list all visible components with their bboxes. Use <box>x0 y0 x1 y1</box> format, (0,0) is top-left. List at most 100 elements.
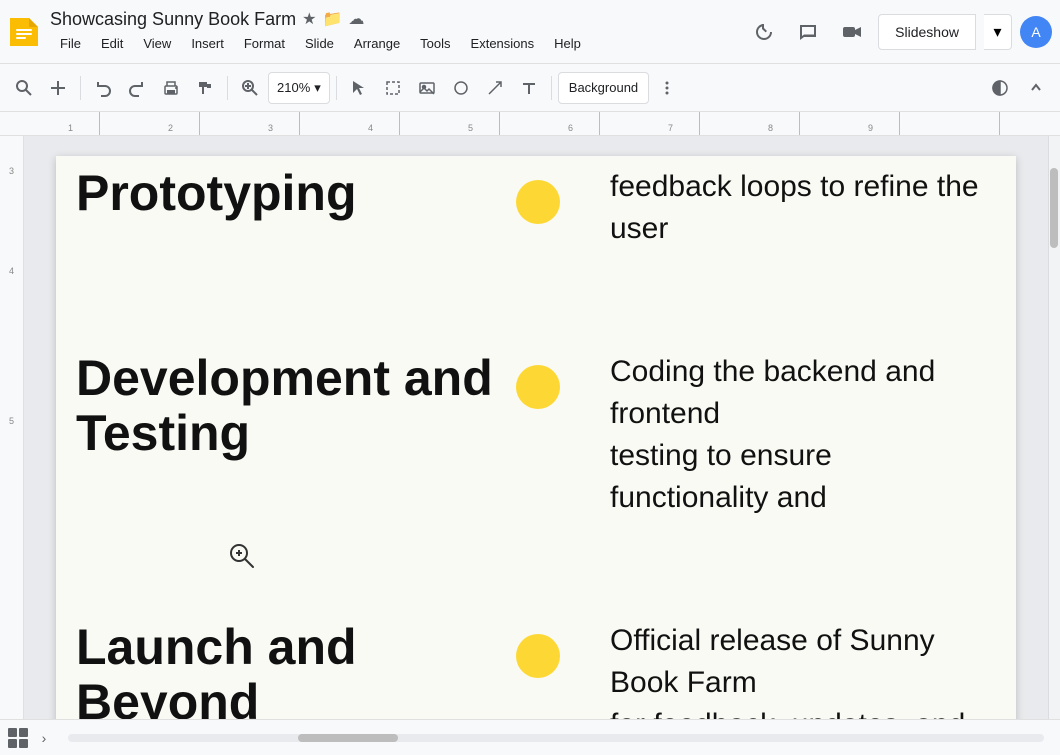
prototyping-title: Prototyping <box>76 166 496 221</box>
text-button[interactable] <box>513 72 545 104</box>
title-area: Showcasing Sunny Book Farm ★ 📁 ☁ FileEdi… <box>50 9 591 55</box>
menu-item-edit[interactable]: Edit <box>91 32 133 55</box>
prototyping-desc-col: feedback loops to refine the user <box>580 166 996 250</box>
menu-item-view[interactable]: View <box>133 32 181 55</box>
slide-row-prototyping: Prototyping feedback loops to refine the… <box>56 156 1016 281</box>
ruler-num-1: 1 <box>68 123 73 133</box>
launch-desc-col: Official release of Sunny Book Farmfor f… <box>580 620 996 719</box>
select-area-button[interactable] <box>377 72 409 104</box>
bottom-scrollbar[interactable] <box>68 734 1044 742</box>
line-button[interactable] <box>479 72 511 104</box>
add-button[interactable] <box>42 72 74 104</box>
toolbar: 210% ▾ Background <box>0 64 1060 112</box>
left-ruler-1: 3 <box>9 166 14 176</box>
shape-button[interactable] <box>445 72 477 104</box>
theme-button[interactable] <box>984 72 1016 104</box>
meet-button[interactable] <box>834 14 870 50</box>
ruler-inner: 1 2 3 4 5 6 7 8 9 <box>0 112 1060 135</box>
more-options-button[interactable] <box>651 72 683 104</box>
spacer-1 <box>56 281 1016 321</box>
menu-item-tools[interactable]: Tools <box>410 32 460 55</box>
grid-cell-1 <box>8 728 17 737</box>
cloud-icon[interactable]: ☁ <box>348 9 364 29</box>
collapse-toolbar-button[interactable] <box>1020 72 1052 104</box>
avatar[interactable]: A <box>1020 16 1052 48</box>
menu-item-arrange[interactable]: Arrange <box>344 32 410 55</box>
separator-4 <box>551 76 552 100</box>
cursor-tool-button[interactable] <box>343 72 375 104</box>
grid-cell-2 <box>19 728 28 737</box>
zoom-value: 210% <box>277 80 310 95</box>
ruler-num-3: 3 <box>268 123 273 133</box>
document-title[interactable]: Showcasing Sunny Book Farm <box>50 9 296 30</box>
bottom-scrollbar-thumb[interactable] <box>298 734 398 742</box>
menu-item-insert[interactable]: Insert <box>181 32 234 55</box>
bottom-bar: › <box>0 719 1060 755</box>
slides-grid-icon[interactable] <box>8 728 28 748</box>
star-icon[interactable]: ★ <box>302 9 316 29</box>
redo-button[interactable] <box>121 72 153 104</box>
development-dot <box>516 365 560 409</box>
prototyping-description: feedback loops to refine the user <box>610 166 996 250</box>
slide-area[interactable]: Prototyping feedback loops to refine the… <box>24 136 1048 719</box>
toolbar-right <box>984 72 1052 104</box>
development-description: Coding the backend and frontendtesting t… <box>610 351 996 519</box>
left-ruler: 3 4 5 <box>0 136 24 719</box>
doc-title-row: Showcasing Sunny Book Farm ★ 📁 ☁ <box>50 9 591 30</box>
ruler-num-5: 5 <box>468 123 473 133</box>
slide-row-development: Development andTesting Coding the backen… <box>56 321 1016 550</box>
ruler-num-2: 2 <box>168 123 173 133</box>
separator-3 <box>336 76 337 100</box>
menu-item-file[interactable]: File <box>50 32 91 55</box>
left-ruler-3: 5 <box>9 416 14 426</box>
background-button[interactable]: Background <box>558 72 649 104</box>
ruler-num-8: 8 <box>768 123 773 133</box>
launch-dot <box>516 634 560 678</box>
zoom-dropdown-arrow: ▾ <box>314 80 321 96</box>
right-scrollbar-thumb[interactable] <box>1050 168 1058 248</box>
ruler-num-7: 7 <box>668 123 673 133</box>
ruler-num-9: 9 <box>868 123 873 133</box>
slideshow-button[interactable]: Slideshow <box>878 14 976 50</box>
zoom-display[interactable]: 210% ▾ <box>268 72 330 104</box>
left-ruler-2: 4 <box>9 266 14 276</box>
slide-row-launch: Launch and Beyond Official release of Su… <box>56 590 1016 719</box>
menu-bar: FileEditViewInsertFormatSlideArrangeTool… <box>50 32 591 55</box>
slides-panel: › <box>8 726 56 750</box>
separator-1 <box>80 76 81 100</box>
menu-item-help[interactable]: Help <box>544 32 591 55</box>
print-button[interactable] <box>155 72 187 104</box>
ruler-num-4: 4 <box>368 123 373 133</box>
search-button[interactable] <box>8 72 40 104</box>
ruler-num-6: 6 <box>568 123 573 133</box>
development-title-col: Development andTesting <box>76 351 516 461</box>
slideshow-dropdown[interactable]: ▾ <box>984 14 1012 50</box>
menu-item-slide[interactable]: Slide <box>295 32 344 55</box>
app-icon[interactable] <box>8 16 40 48</box>
separator-2 <box>227 76 228 100</box>
menu-item-extensions[interactable]: Extensions <box>461 32 545 55</box>
comments-button[interactable] <box>790 14 826 50</box>
undo-button[interactable] <box>87 72 119 104</box>
development-title: Development andTesting <box>76 351 496 461</box>
paint-format-button[interactable] <box>189 72 221 104</box>
slide-canvas: Prototyping feedback loops to refine the… <box>56 156 1016 719</box>
launch-description: Official release of Sunny Book Farmfor f… <box>610 620 996 719</box>
dropdown-arrow: ▾ <box>993 22 1001 42</box>
zoom-magnify-button[interactable] <box>234 72 266 104</box>
prototyping-dot <box>516 180 560 224</box>
grid-cell-3 <box>8 739 17 748</box>
prototyping-title-col: Prototyping <box>76 166 516 221</box>
menu-item-format[interactable]: Format <box>234 32 295 55</box>
expand-panel-button[interactable]: › <box>32 726 56 750</box>
grid-cell-4 <box>19 739 28 748</box>
image-button[interactable] <box>411 72 443 104</box>
topbar-right: Slideshow ▾ A <box>746 14 1052 50</box>
top-bar: Showcasing Sunny Book Farm ★ 📁 ☁ FileEdi… <box>0 0 1060 64</box>
launch-title: Launch and Beyond <box>76 620 496 719</box>
ruler: 1 2 3 4 5 6 7 8 9 <box>0 112 1060 136</box>
history-button[interactable] <box>746 14 782 50</box>
right-scrollbar[interactable] <box>1048 136 1060 719</box>
development-desc-col: Coding the backend and frontendtesting t… <box>580 351 996 519</box>
folder-icon[interactable]: 📁 <box>322 9 342 29</box>
